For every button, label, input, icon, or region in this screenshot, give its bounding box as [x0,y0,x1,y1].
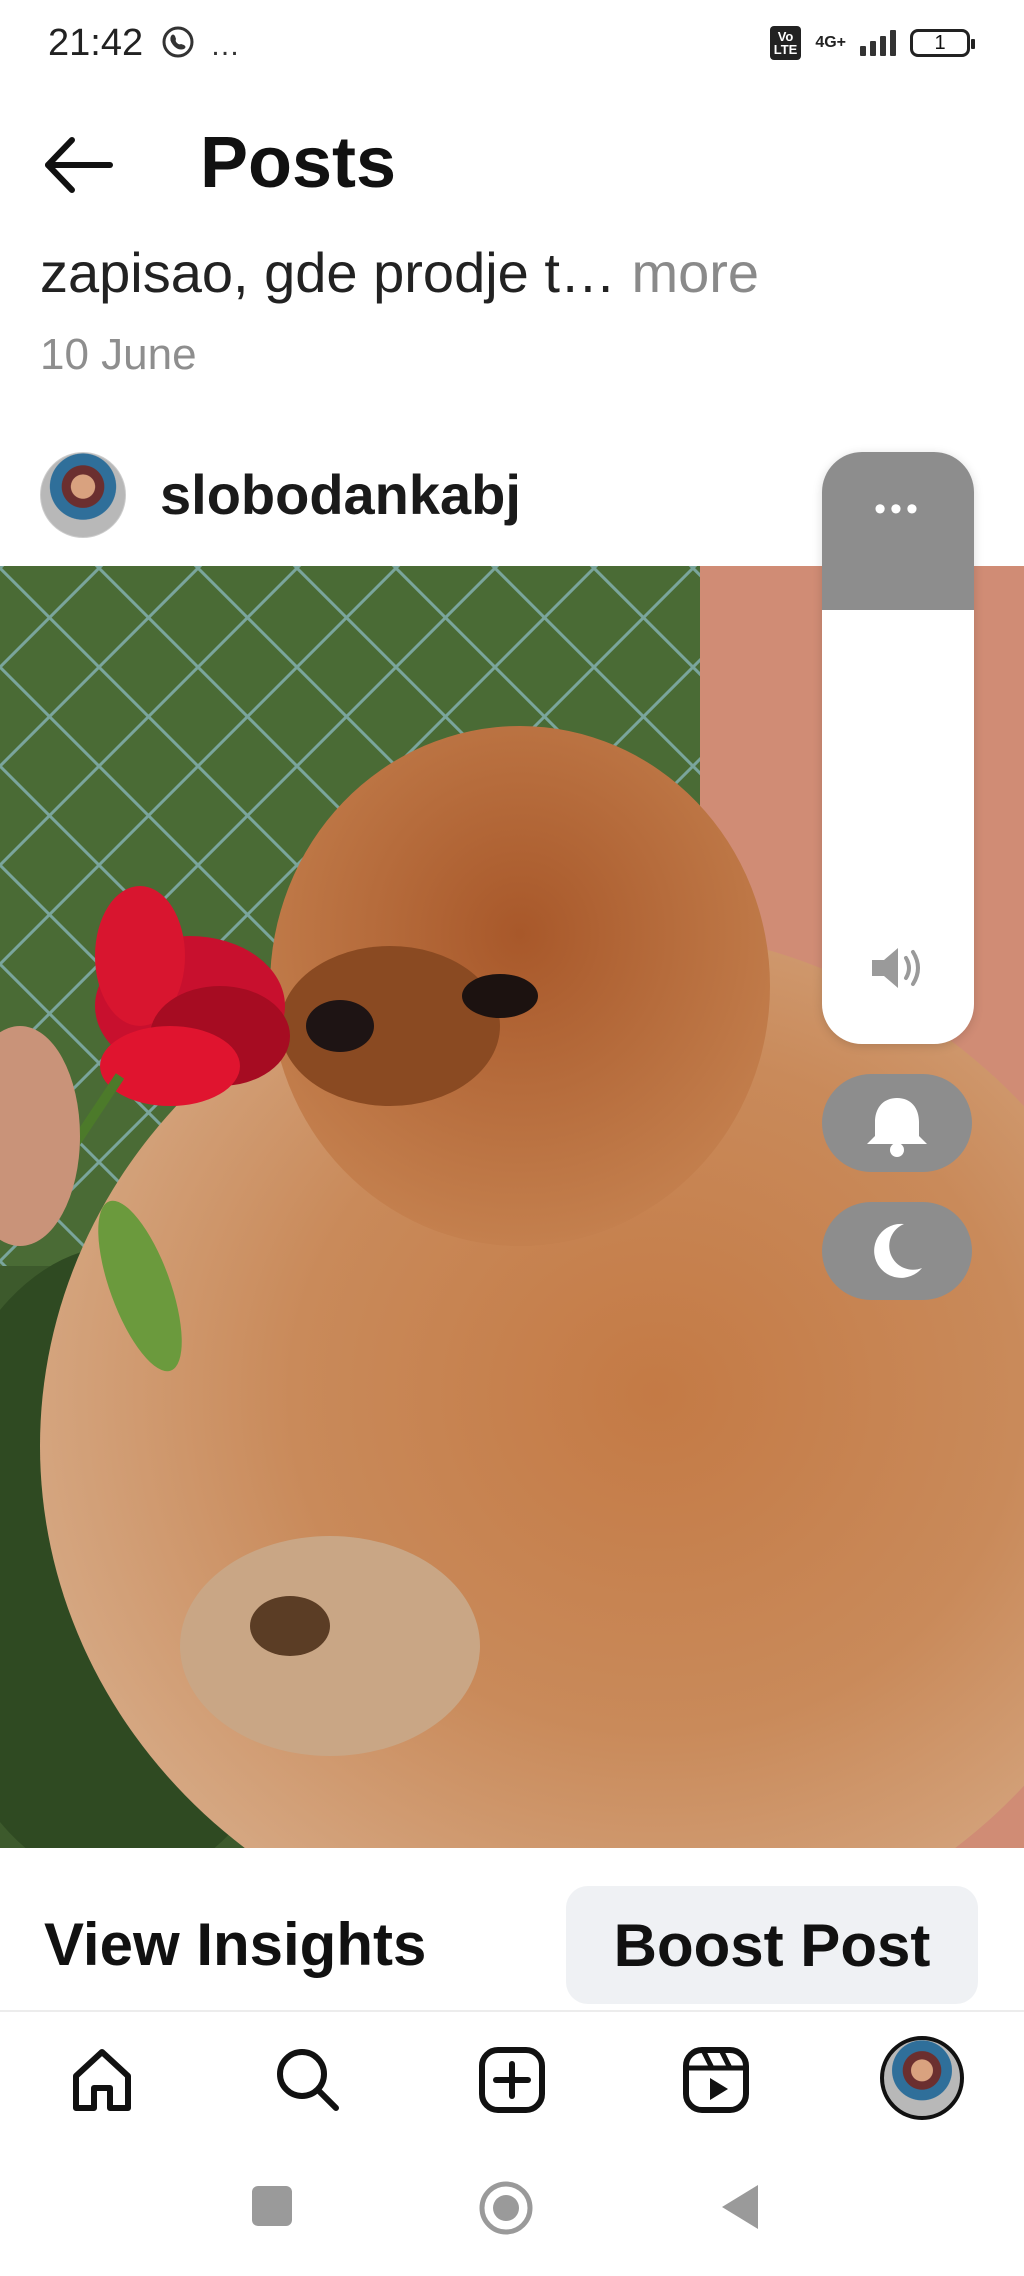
status-system-icons: Vo LTE 4G+ 1 [769,26,975,60]
triangle-back-icon [722,2185,758,2229]
caption-more-link[interactable]: more [631,241,759,304]
home-system-button[interactable] [478,2180,534,2241]
volte-badge: Vo LTE [769,26,802,60]
arrow-left-icon [45,137,113,193]
circle-icon [479,2181,533,2235]
square-icon [252,2186,292,2226]
network-type: 4G+ [815,34,846,51]
signal-icon [860,30,896,56]
viber-icon [160,24,196,68]
do-not-disturb-button[interactable] [822,1202,972,1300]
boost-post-button[interactable]: Boost Post [566,1886,978,2004]
volume-slider[interactable]: ••• [822,452,974,1044]
more-dots-icon: ••• [874,490,922,528]
post-date: 10 June [40,330,197,379]
battery-icon: 1 [910,29,975,57]
home-icon [73,2049,131,2111]
ring-mode-button[interactable] [822,1074,972,1172]
search-icon [277,2049,339,2111]
divider [0,2010,1024,2012]
author-username[interactable]: slobodankabj [160,462,521,527]
recents-button[interactable] [250,2184,294,2233]
battery-level: 1 [934,31,946,54]
page-title: Posts [200,123,397,203]
back-button[interactable] [40,130,130,200]
caption-text: zapisao, gde prodje t… [40,241,616,304]
more-notifications-indicator: … [210,29,240,62]
volume-settings-button[interactable]: ••• [822,452,974,610]
bell-icon [867,1098,927,1157]
moon-icon [874,1223,922,1278]
status-time: 21:42 [48,22,144,64]
nav-profile-avatar[interactable] [880,2036,964,2120]
nav-reels[interactable] [676,2040,756,2120]
nav-create[interactable] [472,2040,552,2120]
speaker-icon [866,940,930,1001]
post-caption[interactable]: zapisao, gde prodje t… more [40,240,759,305]
author-avatar[interactable] [40,452,126,538]
reels-icon [683,2047,749,2113]
status-notifications: … [160,24,240,68]
nav-home[interactable] [62,2040,142,2120]
back-system-button[interactable] [718,2182,762,2237]
view-insights-button[interactable]: View Insights [44,1910,426,1979]
plus-square-icon [479,2047,545,2113]
nav-search[interactable] [268,2040,348,2120]
